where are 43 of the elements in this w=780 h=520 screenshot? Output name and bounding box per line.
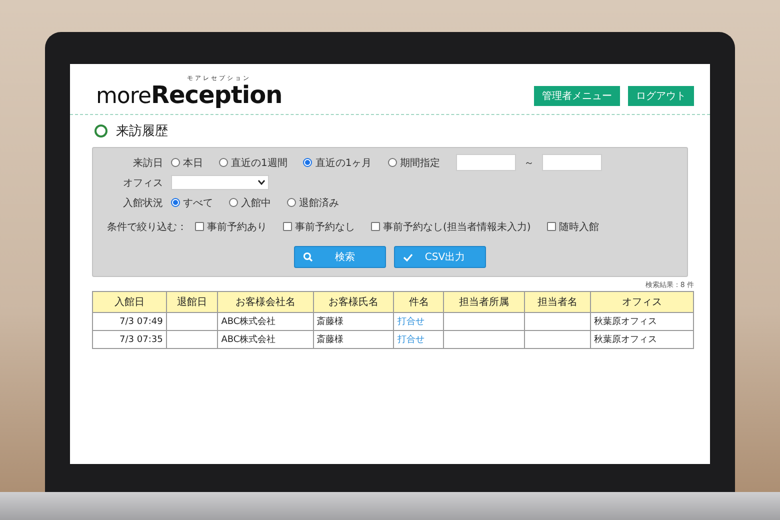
table-cell: 斎藤様 [313,312,394,330]
table-cell: 秋葉原オフィス [590,330,694,348]
checkbox-option[interactable]: 事前予約なし [283,220,355,234]
radio-option[interactable]: 入館中 [229,196,271,210]
column-header: お客様氏名 [313,292,394,312]
column-header: 入館日 [92,292,166,312]
column-header: お客様会社名 [218,292,314,312]
table-cell: ABC株式会社 [218,312,314,330]
search-icon [303,252,313,262]
check-icon [403,252,413,262]
column-header: オフィス [590,292,694,312]
column-header: 件名 [394,292,444,312]
subject-link[interactable]: 打合せ [394,330,444,348]
table-cell: ABC株式会社 [218,330,314,348]
radio-option[interactable]: 退館済み [287,196,339,210]
caret-icon [258,180,265,185]
column-header: 退館日 [166,292,218,312]
checkbox-option[interactable]: 随時入館 [546,220,599,234]
subject-link[interactable]: 打合せ [394,312,444,330]
column-header: 担当者名 [524,292,591,312]
table-cell: 7/3 07:49 [92,312,166,330]
ring-icon [94,124,108,138]
table-cell: 7/3 07:35 [92,330,166,348]
range-separator: ～ [524,156,534,170]
checkbox-option[interactable]: 事前予約あり [195,220,267,234]
date-field[interactable] [542,154,602,171]
column-header: 担当者所属 [444,292,525,312]
date-field[interactable] [456,154,516,171]
radio-option[interactable]: 直近の1ヶ月 [303,156,372,170]
radio-option[interactable]: 直近の1週間 [219,156,288,170]
table-cell: 秋葉原オフィス [590,312,694,330]
radio-option[interactable]: 期間指定 [388,156,440,170]
office-select[interactable] [171,175,269,190]
radio-option[interactable]: 本日 [171,156,203,170]
radio-option[interactable]: すべて [171,196,213,210]
page-title: 来訪履歴 [116,123,168,140]
logo: moreReception [96,83,282,108]
filter-label: 来訪日 [132,156,163,170]
filter-label: オフィス [122,176,163,190]
filter-label: 条件で絞り込む： [106,220,187,234]
table-cell: 斎藤様 [313,330,394,348]
checkbox-option[interactable]: 事前予約なし(担当者情報未入力) [371,220,531,234]
filter-label: 入館状況 [122,196,163,210]
